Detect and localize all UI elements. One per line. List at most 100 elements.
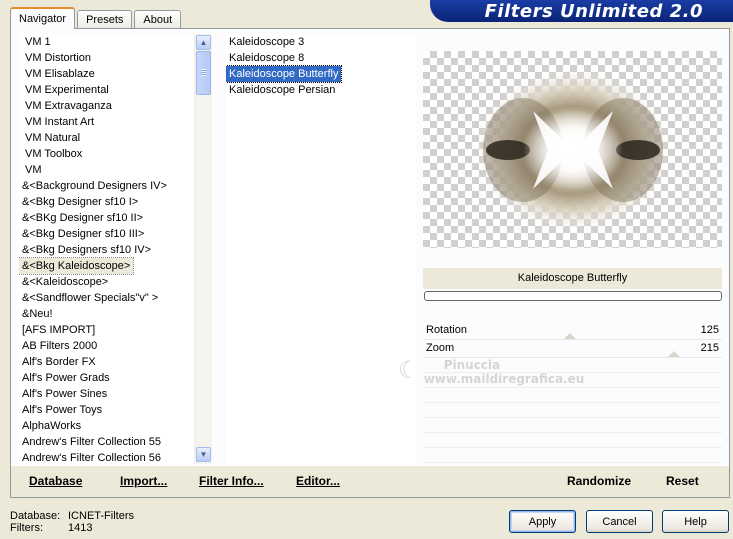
database-info-label: Database:: [10, 510, 61, 522]
import-label: Import...: [120, 474, 168, 488]
category-item[interactable]: &<Bkg Kaleidoscope>: [19, 257, 135, 275]
category-item[interactable]: [AFS IMPORT]: [19, 322, 98, 338]
category-item[interactable]: &<Bkg Designers sf10 IV>: [19, 242, 154, 258]
editor-label: Editor...: [296, 474, 341, 488]
category-row[interactable]: VM Natural: [19, 130, 195, 146]
category-list[interactable]: VM 1 VM Distortion VM Elisablaze VM Experim…: [19, 34, 195, 464]
category-item[interactable]: &<BKg Designer sf10 II>: [19, 210, 146, 226]
category-row[interactable]: &<BKg Designer sf10 II>: [19, 210, 195, 226]
category-row[interactable]: AB Filters 2000: [19, 338, 195, 354]
category-row[interactable]: VM Elisablaze: [19, 66, 195, 82]
category-row[interactable]: Alf's Power Sines: [19, 386, 195, 402]
empty-param-row: [423, 358, 722, 373]
scroll-thumb[interactable]: [196, 51, 211, 95]
category-row[interactable]: VM 1: [19, 34, 195, 50]
category-item[interactable]: Alf's Power Grads: [19, 370, 113, 386]
scroll-down-button[interactable]: ▼: [196, 447, 211, 462]
category-item[interactable]: Alf's Power Sines: [19, 386, 110, 402]
category-row[interactable]: Alf's Power Grads: [19, 370, 195, 386]
import-button[interactable]: Import...: [120, 474, 167, 488]
category-item[interactable]: &Neu!: [19, 306, 56, 322]
category-row[interactable]: &<Kaleidoscope>: [19, 274, 195, 290]
category-item[interactable]: VM Natural: [22, 130, 83, 146]
filter-row[interactable]: Kaleidoscope 8: [226, 50, 416, 66]
empty-param-row: [423, 418, 722, 433]
category-item[interactable]: Alf's Border FX: [19, 354, 99, 370]
tab-navigator[interactable]: Navigator: [10, 7, 76, 29]
category-row[interactable]: &<Bkg Designer sf10 I>: [19, 194, 195, 210]
filter-info-label: Filter Info...: [199, 474, 264, 488]
category-item[interactable]: AlphaWorks: [19, 418, 84, 434]
filters-info-value: 1413: [68, 522, 93, 534]
progress-bar: [424, 291, 722, 301]
filter-row[interactable]: Kaleidoscope Butterfly: [226, 65, 416, 83]
slider-pointer[interactable]: [563, 333, 576, 339]
app-banner: Filters Unlimited 2.0: [430, 0, 733, 22]
filter-item[interactable]: Kaleidoscope 8: [226, 50, 307, 66]
randomize-button[interactable]: Randomize: [567, 474, 631, 488]
param-row-zoom[interactable]: Zoom 215: [423, 340, 722, 358]
parameter-list: Rotation 125 Zoom 215: [423, 322, 722, 478]
filter-item[interactable]: Kaleidoscope Persian: [226, 82, 338, 98]
category-item[interactable]: &<Background Designers IV>: [19, 178, 170, 194]
editor-button[interactable]: Editor...: [296, 474, 340, 488]
category-item[interactable]: VM Experimental: [22, 82, 112, 98]
bottom-link-bar: Database Import... Filter Info... Editor…: [11, 466, 729, 497]
param-value: 125: [700, 324, 719, 336]
category-row[interactable]: VM Experimental: [19, 82, 195, 98]
cancel-button[interactable]: Cancel: [586, 510, 653, 533]
category-row[interactable]: VM Distortion: [19, 50, 195, 66]
filter-list[interactable]: Kaleidoscope 3 Kaleidoscope 8 Kaleidoscope…: [226, 34, 416, 464]
filter-item[interactable]: Kaleidoscope Butterfly: [226, 65, 343, 83]
category-row[interactable]: AlphaWorks: [19, 418, 195, 434]
scroll-up-button[interactable]: ▲: [196, 35, 211, 50]
filter-name-label: Kaleidoscope Butterfly: [423, 268, 722, 289]
filter-row[interactable]: Kaleidoscope Persian: [226, 82, 416, 98]
param-label: Rotation: [426, 324, 467, 336]
category-row[interactable]: VM Toolbox: [19, 146, 195, 162]
database-button[interactable]: Database: [29, 474, 82, 488]
category-row[interactable]: Alf's Border FX: [19, 354, 195, 370]
tab-about[interactable]: About: [134, 10, 182, 28]
category-item[interactable]: VM: [22, 162, 45, 178]
category-scrollbar[interactable]: ▲ ▼: [194, 34, 212, 464]
category-row[interactable]: &Neu!: [19, 306, 195, 322]
apply-button[interactable]: Apply: [509, 510, 576, 533]
category-item[interactable]: AB Filters 2000: [19, 338, 100, 354]
filter-info-button[interactable]: Filter Info...: [199, 474, 264, 488]
category-item[interactable]: VM Toolbox: [22, 146, 85, 162]
category-row[interactable]: [AFS IMPORT]: [19, 322, 195, 338]
slider-pointer[interactable]: [668, 351, 681, 357]
category-row[interactable]: &<Bkg Designers sf10 IV>: [19, 242, 195, 258]
filter-row[interactable]: Kaleidoscope 3: [226, 34, 416, 50]
category-row[interactable]: &<Bkg Kaleidoscope>: [19, 257, 195, 275]
category-item[interactable]: VM Distortion: [22, 50, 94, 66]
category-item[interactable]: Andrew's Filter Collection 55: [19, 434, 164, 450]
category-item[interactable]: VM 1: [22, 34, 54, 50]
category-row[interactable]: VM Instant Art: [19, 114, 195, 130]
category-row[interactable]: Andrew's Filter Collection 56: [19, 450, 195, 464]
category-row[interactable]: &<Background Designers IV>: [19, 178, 195, 194]
category-row[interactable]: &<Sandflower Specials"v" >: [19, 290, 195, 306]
empty-param-row: [423, 373, 722, 388]
category-item[interactable]: &<Bkg Designer sf10 I>: [19, 194, 141, 210]
category-row[interactable]: Alf's Power Toys: [19, 402, 195, 418]
category-row[interactable]: VM Extravaganza: [19, 98, 195, 114]
category-item[interactable]: Alf's Power Toys: [19, 402, 105, 418]
category-item[interactable]: &<Sandflower Specials"v" >: [19, 290, 161, 306]
reset-button[interactable]: Reset: [666, 474, 699, 488]
filter-item[interactable]: Kaleidoscope 3: [226, 34, 307, 50]
category-item[interactable]: VM Instant Art: [22, 114, 97, 130]
chevron-up-icon: ▲: [199, 38, 208, 47]
category-item[interactable]: Andrew's Filter Collection 56: [19, 450, 164, 464]
category-item[interactable]: VM Extravaganza: [22, 98, 115, 114]
category-row[interactable]: Andrew's Filter Collection 55: [19, 434, 195, 450]
category-item[interactable]: &<Bkg Designer sf10 III>: [19, 226, 147, 242]
tab-presets[interactable]: Presets: [77, 10, 133, 28]
category-row[interactable]: &<Bkg Designer sf10 III>: [19, 226, 195, 242]
category-item[interactable]: VM Elisablaze: [22, 66, 98, 82]
category-row[interactable]: VM: [19, 162, 195, 178]
category-item[interactable]: &<Kaleidoscope>: [19, 274, 111, 290]
help-button[interactable]: Help: [662, 510, 729, 533]
param-row-rotation[interactable]: Rotation 125: [423, 322, 722, 340]
